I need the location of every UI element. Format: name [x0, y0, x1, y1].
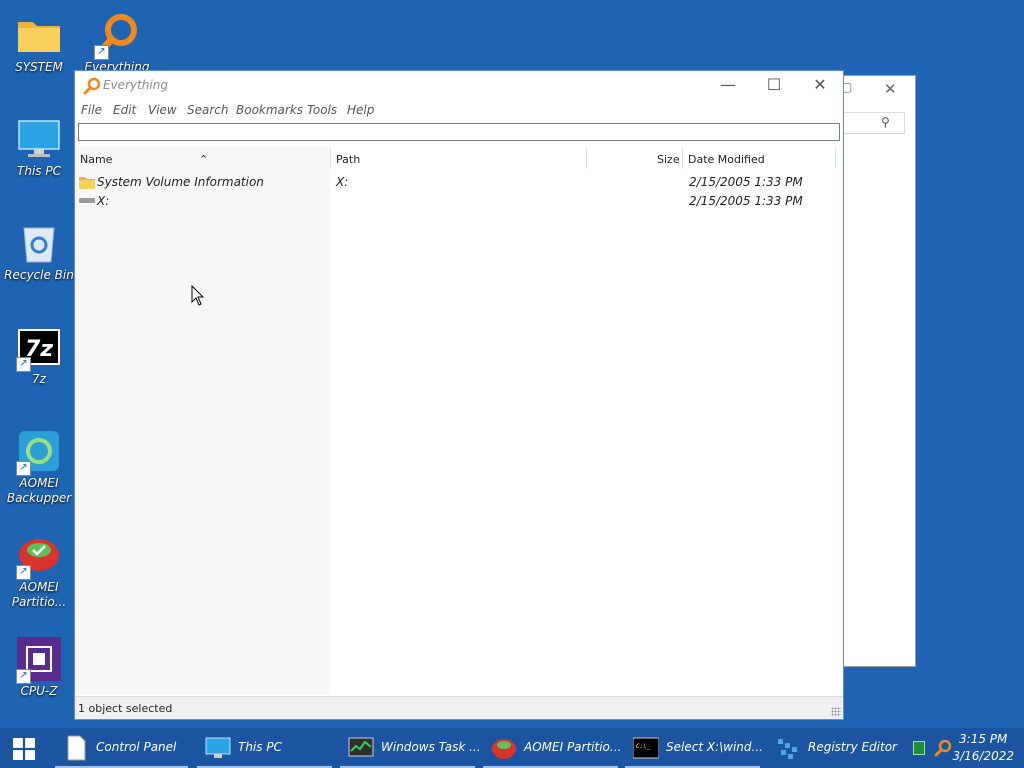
folder-icon [79, 177, 95, 189]
desktop-icon-label: AOMEI Partitio... [11, 580, 67, 609]
desktop-icon-label: This PC [17, 164, 61, 178]
column-path[interactable]: Path [336, 153, 360, 166]
svg-text:C:\_: C:\_ [636, 743, 651, 750]
menu-help[interactable]: Help [347, 103, 374, 117]
menu-bookmarks[interactable]: Bookmarks [236, 103, 303, 117]
taskbar-item-label: Select X:\wind... [666, 740, 763, 754]
search-input[interactable] [78, 123, 840, 141]
taskbar-item-label: Registry Editor [808, 740, 897, 754]
start-button[interactable] [0, 728, 48, 768]
desktop-icon-label: SYSTEM [15, 60, 63, 74]
status-bar: 1 object selected [75, 696, 843, 719]
menu-view[interactable]: View [148, 103, 177, 117]
minimize-button[interactable]: — [705, 71, 751, 101]
sort-arrow-icon: ⌃ [199, 153, 209, 166]
task-manager-icon [348, 737, 374, 757]
taskbar-item-label: Control Panel [96, 740, 177, 754]
row-path: X: [336, 175, 349, 189]
recycle-bin-icon [23, 227, 55, 263]
desktop-icon-label: 7z [32, 372, 46, 386]
background-window[interactable]: ✕ ▢ ⚲ [840, 75, 916, 667]
everything-app-icon [83, 77, 101, 95]
aomei-partition-icon [492, 739, 516, 759]
cmd-icon: C:\_ [633, 737, 659, 759]
menu-tools[interactable]: Tools [307, 103, 337, 117]
desktop-icon-label: CPU-Z [20, 684, 58, 698]
shortcut-arrow-icon: ↗ [16, 461, 31, 476]
tray-everything-icon[interactable] [934, 739, 952, 757]
row-name: System Volume Information [97, 175, 264, 189]
title-bar[interactable]: Everything — ☐ ✕ [75, 71, 843, 101]
document-icon [67, 735, 86, 761]
shortcut-arrow-icon: ↗ [16, 565, 31, 580]
folder-icon [18, 22, 60, 52]
monitor-icon [18, 120, 60, 157]
shortcut-arrow-icon: ↗ [94, 45, 109, 60]
row-date: 2/15/2005 1:33 PM [689, 175, 803, 189]
system-clock[interactable]: 3:15 PM 3/16/2022 [952, 731, 1014, 765]
windows-logo-icon [13, 738, 35, 760]
taskbar-item-registry-editor[interactable]: Registry Editor [767, 728, 902, 768]
desktop-icon-cpuz[interactable]: ↗ CPU-Z [0, 630, 78, 726]
menu-bar: File Edit View Search Bookmarks Tools He… [75, 101, 843, 121]
taskbar-item-label: This PC [238, 740, 282, 754]
resize-grip[interactable] [831, 707, 841, 717]
search-icon: ⚲ [881, 115, 890, 129]
desktop-icon-system[interactable]: SYSTEM [0, 6, 78, 102]
column-divider[interactable] [330, 147, 331, 169]
taskbar-item-label: AOMEI Partitio... [524, 740, 622, 754]
window-title: Everything [103, 78, 168, 92]
name-column-shade [75, 147, 330, 695]
taskbar: Control Panel This PC Windows Task ... A… [0, 728, 1024, 768]
results-list[interactable]: ⌃ Name Path Size Date Modified System Vo… [75, 147, 836, 695]
close-button[interactable]: ✕ [797, 71, 843, 101]
back-window-close-icon[interactable]: ✕ [884, 80, 897, 98]
clock-time: 3:15 PM [959, 732, 1008, 746]
taskbar-item-control-panel[interactable]: Control Panel [55, 728, 188, 768]
back-window-search-field[interactable] [843, 112, 905, 134]
desktop-icon-label: Recycle Bin [4, 268, 74, 282]
shortcut-arrow-icon: ↗ [16, 669, 31, 684]
mouse-cursor-icon [191, 285, 205, 306]
everything-window[interactable]: Everything — ☐ ✕ File Edit View Search B… [74, 70, 844, 720]
taskbar-item-this-pc[interactable]: This PC [197, 728, 332, 768]
shortcut-arrow-icon: ↗ [16, 357, 31, 372]
column-name[interactable]: Name [80, 153, 112, 166]
menu-edit[interactable]: Edit [113, 103, 136, 117]
desktop-icon-this-pc[interactable]: This PC [0, 110, 78, 206]
column-header: ⌃ Name Path Size Date Modified [75, 147, 836, 169]
desktop-icon-aomei-backupper[interactable]: ↗ AOMEI Backupper [0, 422, 78, 518]
column-divider[interactable] [682, 147, 683, 169]
clock-date: 3/16/2022 [952, 749, 1014, 763]
taskbar-item-task-manager[interactable]: Windows Task ... [340, 728, 481, 768]
row-date: 2/15/2005 1:33 PM [689, 194, 803, 208]
desktop-icon-aomei-partition[interactable]: ↗ AOMEI Partitio... [0, 526, 78, 622]
desktop-icon-recycle-bin[interactable]: Recycle Bin [0, 214, 78, 310]
maximize-button[interactable]: ☐ [751, 71, 797, 101]
desktop-icon-label: AOMEI Backupper [6, 476, 72, 505]
taskbar-item-label: Windows Task ... [381, 740, 481, 754]
drive-icon [79, 198, 95, 203]
status-text: 1 object selected [78, 702, 173, 715]
menu-search[interactable]: Search [187, 103, 229, 117]
row-name: X: [97, 194, 110, 208]
taskbar-item-aomei-partition[interactable]: AOMEI Partitio... [483, 728, 622, 768]
monitor-icon [205, 737, 231, 758]
desktop-icon-7z[interactable]: 7z ↗ 7z [0, 318, 78, 414]
column-size[interactable]: Size [657, 153, 680, 166]
column-divider[interactable] [835, 147, 836, 169]
column-date-modified[interactable]: Date Modified [688, 153, 765, 166]
table-row[interactable]: System Volume Information X: 2/15/2005 1… [75, 172, 835, 191]
tray-chip-icon[interactable] [913, 741, 925, 755]
menu-file[interactable]: File [81, 103, 102, 117]
column-divider[interactable] [586, 147, 587, 169]
table-row[interactable]: X: 2/15/2005 1:33 PM [75, 191, 835, 210]
taskbar-item-cmd[interactable]: C:\_ Select X:\wind... [625, 728, 763, 768]
registry-icon [778, 739, 797, 759]
